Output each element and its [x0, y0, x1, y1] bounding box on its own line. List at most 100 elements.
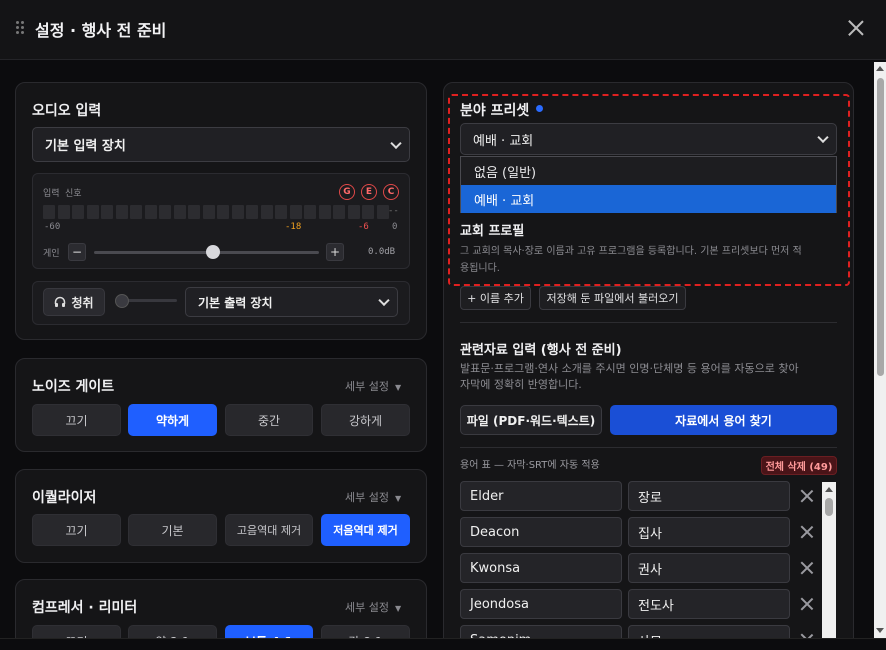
meter-segment [130, 205, 142, 219]
noise-gate-light[interactable]: 약하게 [128, 404, 217, 436]
meter-segment [347, 205, 360, 219]
glossary-scrollbar-thumb[interactable] [825, 498, 833, 516]
add-name-button[interactable]: + 이름 추가 [460, 286, 531, 310]
compressor-settings-link[interactable]: 세부 설정 ▼ [345, 599, 401, 615]
meter-segment [362, 205, 374, 219]
page-scroll-up-icon[interactable] [876, 66, 884, 71]
divider [460, 447, 837, 448]
term-source-field[interactable]: Kwonsa [460, 553, 622, 583]
noise-gate-off[interactable]: 끄기 [32, 404, 121, 436]
title-bar: 설정 · 행사 전 준비 [0, 0, 886, 60]
status-dot [536, 105, 543, 112]
equalizer-settings-link[interactable]: 세부 설정 ▼ [345, 489, 401, 505]
settings-label: 세부 설정 [345, 601, 389, 614]
remove-row-icon[interactable] [800, 597, 814, 611]
scroll-up-arrow-icon[interactable] [825, 487, 833, 492]
headphones-icon [55, 296, 66, 307]
tick-minus-6: -6 [358, 222, 369, 232]
remove-row-icon[interactable] [800, 525, 814, 539]
settings-label: 세부 설정 [345, 380, 389, 393]
remove-row-icon[interactable] [800, 561, 814, 575]
profile-desc-line2: 용됩니다. [460, 263, 500, 274]
peak-readout: -- [388, 206, 399, 216]
caret-down-icon: ▼ [394, 383, 402, 392]
reference-desc-line2: 자막에 정확히 반영합니다. [460, 378, 582, 391]
file-upload-button[interactable]: 파일 (PDF·워드·텍스트) [460, 405, 602, 435]
eq-basic[interactable]: 기본 [128, 514, 217, 546]
meter-segment [202, 205, 215, 219]
preset-title: 분야 프리셋 [460, 103, 530, 119]
preset-select[interactable]: 예배 · 교회 [460, 123, 837, 155]
preset-option-none[interactable]: 없음 (일반) [461, 157, 836, 185]
meter-segment [289, 205, 302, 219]
term-target-field[interactable]: 권사 [628, 553, 790, 583]
meter-segment [43, 205, 55, 219]
meter-segment [376, 205, 389, 219]
find-terms-button[interactable]: 자료에서 용어 찾기 [610, 405, 837, 435]
gain-label: 게인 [43, 249, 60, 259]
close-icon[interactable] [846, 18, 866, 38]
term-target-field[interactable]: 집사 [628, 517, 790, 547]
noise-gate-medium[interactable]: 중간 [225, 404, 313, 436]
output-device-value: 기본 출력 장치 [198, 295, 273, 310]
indicator-c: C [383, 184, 399, 200]
compressor-title: 컴프레서 · 리미터 [32, 600, 138, 616]
eq-cut-high[interactable]: 고음역대 제거 [225, 514, 313, 546]
meter-segment [231, 205, 244, 219]
noise-gate-title: 노이즈 게이트 [32, 379, 115, 395]
term-source-field[interactable]: Elder [460, 481, 622, 511]
meter-segment [144, 205, 157, 219]
meter-segment [173, 205, 186, 219]
output-device-select[interactable]: 기본 출력 장치 [185, 287, 398, 317]
remove-row-icon[interactable] [800, 489, 814, 503]
meter-segment [72, 205, 84, 219]
delete-all-button[interactable]: 전체 삭제 (49) [761, 456, 837, 475]
tick-minus-60: -60 [44, 222, 61, 232]
preset-select-value: 예배 · 교회 [473, 133, 534, 149]
term-source-field[interactable]: Jeondosa [460, 589, 622, 619]
meter-segment [246, 205, 258, 219]
settings-label: 세부 설정 [345, 491, 389, 504]
page-scroll-down-icon[interactable] [876, 628, 884, 633]
tick-0: 0 [392, 222, 398, 232]
monitor-label: 청취 [71, 295, 94, 310]
input-device-value: 기본 입력 장치 [45, 139, 126, 154]
term-target-field[interactable]: 전도사 [628, 589, 790, 619]
equalizer-title: 이퀄라이저 [32, 490, 97, 506]
window-title: 설정 · 행사 전 준비 [35, 21, 167, 40]
noise-gate-strong[interactable]: 강하게 [321, 404, 410, 436]
input-device-select[interactable]: 기본 입력 장치 [32, 127, 410, 162]
meter-segment [217, 205, 229, 219]
term-target-field[interactable]: 장로 [628, 481, 790, 511]
gain-minus-button[interactable]: − [68, 243, 86, 261]
monitor-button[interactable]: 청취 [43, 288, 105, 316]
preset-option-church[interactable]: 예배 · 교회 [461, 185, 836, 213]
noise-gate-settings-link[interactable]: 세부 설정 ▼ [345, 378, 401, 394]
eq-off[interactable]: 끄기 [32, 514, 121, 546]
caret-down-icon: ▼ [394, 494, 402, 503]
chevron-down-icon [390, 137, 402, 149]
page-scrollbar-thumb[interactable] [877, 78, 884, 376]
meter-segment [159, 205, 171, 219]
term-source-field[interactable]: Deacon [460, 517, 622, 547]
gain-plus-button[interactable]: + [326, 243, 344, 261]
audio-input-title: 오디오 입력 [32, 103, 102, 119]
meter-segment [115, 205, 128, 219]
meter-segment [101, 205, 113, 219]
meter-segment [275, 205, 287, 219]
eq-cut-low[interactable]: 저음역대 제거 [321, 514, 410, 546]
load-saved-button[interactable]: 저장해 둔 파일에서 불러오기 [539, 286, 686, 310]
monitor-toggle[interactable] [115, 294, 177, 308]
meter-segment [188, 205, 200, 219]
divider [460, 322, 837, 323]
indicator-g: G [339, 184, 355, 200]
tick-minus-18: -18 [285, 222, 302, 232]
reference-title: 관련자료 입력 (행사 전 준비) [460, 343, 622, 358]
caret-down-icon: ▼ [394, 604, 402, 613]
meter-segment [260, 205, 273, 219]
drag-handle-icon[interactable] [16, 21, 26, 35]
meter-segment [86, 205, 99, 219]
indicator-e: E [361, 184, 377, 200]
glossary-label: 용어 표 — 자막·SRT에 자동 적용 [460, 460, 600, 471]
chevron-down-icon [378, 294, 390, 307]
